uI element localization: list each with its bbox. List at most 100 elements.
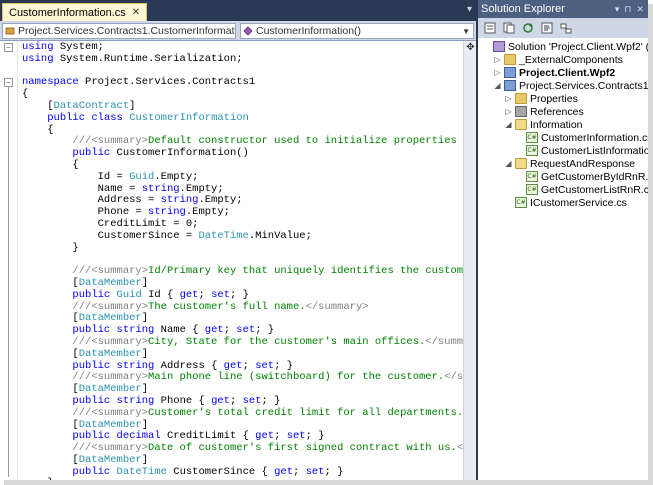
- tree-node[interactable]: C# CustomerInformation.cs: [515, 131, 648, 144]
- code-token: ]: [141, 312, 149, 325]
- tree-node[interactable]: C# GetCustomerByIdRnR.cs: [515, 170, 648, 183]
- close-icon[interactable]: ✕: [636, 4, 644, 15]
- chevron-down-icon: ▼: [462, 26, 470, 36]
- code-token: Name =: [22, 182, 142, 195]
- show-all-files-button[interactable]: [501, 20, 517, 36]
- tree-node-label: RequestAndResponse: [530, 157, 636, 170]
- code-token: }: [22, 241, 79, 254]
- code-token: ///: [72, 135, 92, 148]
- collapse-icon[interactable]: ◢: [493, 81, 502, 90]
- member-dropdown[interactable]: CustomerInformation() ▼: [240, 23, 474, 39]
- code-token: Id {: [141, 288, 180, 301]
- tree-node[interactable]: ▷ References: [504, 105, 583, 118]
- code-token: System.Runtime.Serialization;: [53, 52, 243, 65]
- splitter-icon[interactable]: ✥: [465, 42, 476, 54]
- code-token: [: [22, 383, 79, 396]
- show-all-files-icon: [503, 22, 515, 34]
- code-token: {: [22, 88, 29, 101]
- code-token: CustomerSince {: [166, 465, 275, 478]
- code-token: decimal: [116, 430, 161, 443]
- code-token: </summary>: [305, 300, 369, 313]
- code-token: ;: [242, 359, 256, 372]
- code-token: Phone {: [154, 394, 212, 407]
- code-token: get: [274, 465, 293, 478]
- tree-node-label: GetCustomerListRnR.cs: [541, 183, 648, 196]
- tree-node[interactable]: ▷ Project.Client.Wpf2: [493, 66, 615, 79]
- expand-icon[interactable]: ▷: [504, 107, 513, 116]
- code-token: string: [148, 206, 186, 219]
- code-line: public CustomerInformation(): [22, 147, 462, 160]
- code-token: DataMember: [78, 418, 142, 431]
- method-icon: [243, 26, 253, 36]
- code-token: ;: [229, 394, 243, 407]
- code-token: CreditLimit = 0;: [22, 217, 199, 230]
- code-token: public: [47, 111, 86, 124]
- code-token: using: [22, 52, 54, 65]
- code-token: ; }: [261, 394, 281, 407]
- code-token: ;: [198, 288, 212, 301]
- code-token: ; }: [324, 465, 344, 478]
- code-token: Default constructor used to initialize p…: [148, 135, 476, 148]
- code-token: Address {: [154, 359, 224, 372]
- view-code-button[interactable]: [539, 20, 555, 36]
- tab-customer-information[interactable]: CustomerInformation.cs ✕: [2, 3, 148, 21]
- tree-node[interactable]: ▷ _ExternalComponents: [493, 53, 622, 66]
- expand-icon[interactable]: ▷: [493, 55, 502, 64]
- code-token: <summary>: [91, 300, 149, 313]
- cs-file-icon: C#: [526, 145, 538, 156]
- code-token: The customer's full name.: [148, 300, 306, 313]
- code-token: get: [179, 288, 199, 301]
- tree-node[interactable]: ◢ Information: [504, 118, 583, 131]
- pin-icon[interactable]: ⊓: [624, 4, 631, 15]
- collapse-icon[interactable]: ◢: [504, 120, 513, 129]
- code-token: .Empty;: [185, 206, 230, 219]
- solution-explorer-toolbar: [478, 18, 648, 38]
- code-token: CustomerSince =: [22, 229, 199, 242]
- dropdown-icon[interactable]: ▾: [615, 4, 620, 15]
- code-token: Phone =: [22, 206, 149, 219]
- tree-node[interactable]: ◢ RequestAndResponse: [504, 157, 635, 170]
- refresh-button[interactable]: [520, 20, 536, 36]
- member-dropdown-value: CustomerInformation(): [256, 25, 362, 37]
- code-token: [: [22, 99, 54, 112]
- tree-node-label: CustomerInformation.cs: [541, 131, 648, 144]
- code-text-area[interactable]: using System; using System.Runtime.Serial…: [0, 41, 476, 480]
- code-token: ///: [72, 265, 92, 278]
- code-token: DataMember: [78, 312, 142, 325]
- tree-node[interactable]: ◢ Project.Services.Contracts1: [493, 79, 648, 92]
- collapse-icon[interactable]: ◢: [504, 159, 513, 168]
- tab-label: CustomerInformation.cs: [9, 6, 126, 19]
- expand-icon[interactable]: ▷: [504, 94, 513, 103]
- code-token: <summary>: [91, 335, 149, 348]
- properties-button[interactable]: [482, 20, 498, 36]
- code-token: DataContract: [53, 99, 130, 112]
- code-token: class: [91, 111, 123, 124]
- tree-node-label: Project.Services.Contracts1: [519, 79, 648, 92]
- tree-node[interactable]: ▷ Properties: [504, 92, 577, 105]
- cs-file-icon: C#: [526, 171, 538, 182]
- type-dropdown[interactable]: Project.Services.Contracts1.CustomerInfo…: [2, 23, 236, 39]
- tree-node[interactable]: C# GetCustomerListRnR.cs: [515, 183, 648, 196]
- tree-node[interactable]: C# ICustomerService.cs: [504, 196, 627, 209]
- tree-node[interactable]: C#CustomerListInformation.cs: [515, 144, 648, 157]
- folder-icon: [504, 54, 516, 65]
- view-class-diagram-button[interactable]: [558, 20, 574, 36]
- tree-node[interactable]: Solution 'Project.Client.Wpf2' (3 projec…: [482, 40, 648, 53]
- close-icon[interactable]: ✕: [132, 7, 140, 18]
- tree-node-label: GetCustomerByIdRnR.cs: [541, 170, 648, 183]
- code-token: [: [22, 418, 79, 431]
- expand-icon[interactable]: ▷: [493, 68, 502, 77]
- references-icon: [515, 106, 527, 117]
- dropdown-icon[interactable]: ▾: [467, 4, 472, 15]
- vertical-scrollbar[interactable]: ✥: [463, 41, 476, 480]
- code-token: ]: [129, 99, 136, 112]
- project-icon: [504, 67, 516, 78]
- solution-icon: [493, 41, 505, 52]
- code-token: <summary>: [91, 135, 149, 148]
- tree-node-label: Information: [530, 118, 583, 131]
